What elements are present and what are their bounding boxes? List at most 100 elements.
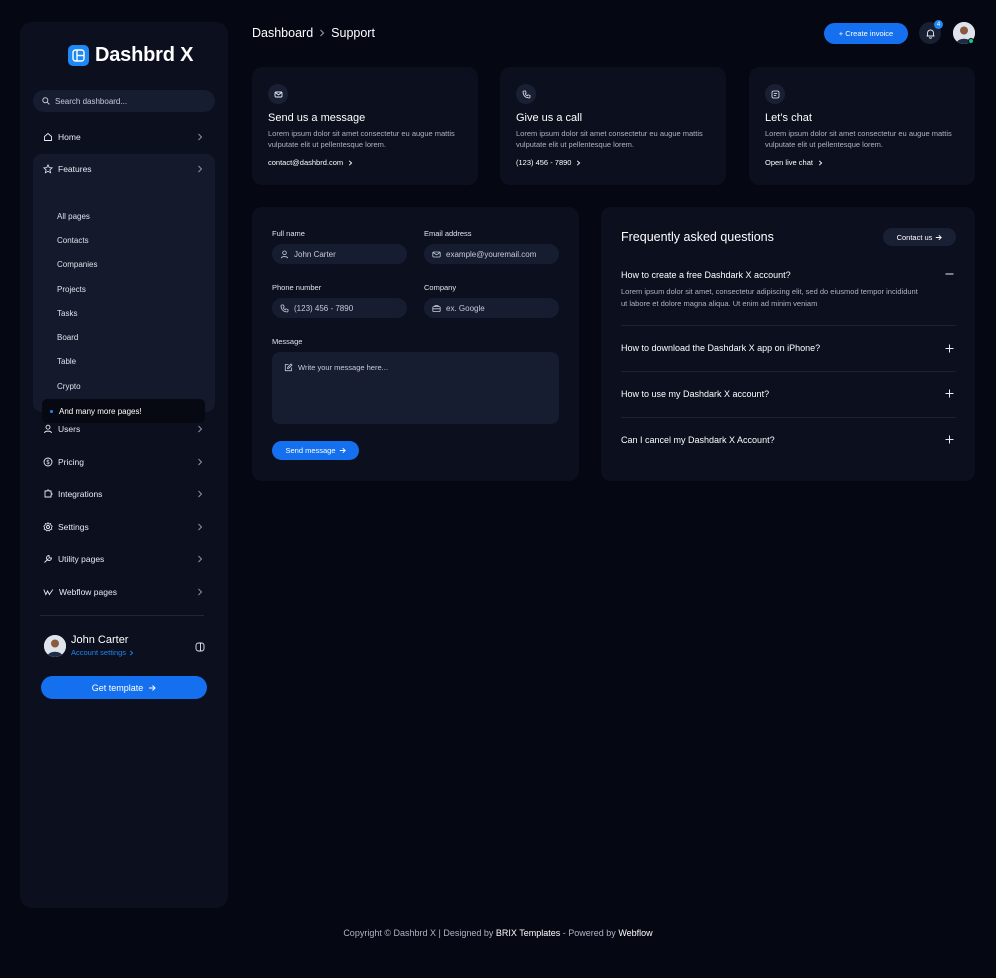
chevron-right-icon <box>129 649 134 656</box>
phone-field[interactable] <box>272 298 407 318</box>
email-input[interactable] <box>446 249 556 259</box>
sidebar-subitem-companies[interactable]: Companies <box>57 258 97 272</box>
arrow-right-icon <box>339 447 346 454</box>
sidebar-item-features[interactable]: Features <box>33 158 215 180</box>
full-name-input[interactable] <box>294 249 404 259</box>
footer-copyright: Copyright © Dashbrd X | Designed by <box>343 928 494 938</box>
email-field[interactable] <box>424 244 559 264</box>
theme-toggle-icon[interactable] <box>195 642 205 652</box>
sidebar-subitem-contacts[interactable]: Contacts <box>57 234 89 248</box>
send-message-button[interactable]: Send message <box>272 441 359 460</box>
card-link-label: Open live chat <box>765 158 813 167</box>
message-placeholder: Write your message here... <box>284 363 388 372</box>
sidebar-item-label: Pricing <box>58 457 84 467</box>
sidebar-item-utility-pages[interactable]: Utility pages <box>33 548 215 570</box>
app-logo[interactable]: Dashbrd X <box>68 44 193 67</box>
star-icon <box>43 164 53 174</box>
sidebar-user[interactable]: John Carter Account settings <box>44 634 134 657</box>
faq-question[interactable]: How to create a free Dashdark X account? <box>621 270 791 280</box>
sidebar-item-webflow-pages[interactable]: Webflow pages <box>33 581 215 603</box>
chevron-right-icon <box>197 165 203 173</box>
chevron-right-icon <box>197 555 203 563</box>
faq-divider <box>621 325 956 326</box>
faq-question[interactable]: How to use my Dashdark X account? <box>621 389 769 399</box>
sidebar-subitem-label: And many more pages! <box>59 406 142 416</box>
sidebar-item-integrations[interactable]: Integrations <box>33 483 215 505</box>
create-invoice-button[interactable]: + Create invoice <box>824 23 908 44</box>
sidebar-item-label: Integrations <box>58 489 103 499</box>
contact-us-label: Contact us <box>896 232 933 242</box>
sidebar-subitem-board[interactable]: Board <box>57 331 78 345</box>
email-link[interactable]: contact@dashbrd.com <box>268 158 353 167</box>
sidebar-item-settings[interactable]: Settings <box>33 516 215 538</box>
sidebar-subitem-projects[interactable]: Projects <box>57 283 86 297</box>
faq-divider <box>621 371 956 372</box>
sidebar: Dashbrd X Home Features All pages Contac… <box>20 22 228 908</box>
sidebar-subitem-crypto[interactable]: Crypto <box>57 380 81 394</box>
footer-powered: - Powered by <box>562 928 616 938</box>
mail-icon <box>268 84 288 104</box>
sidebar-subitem-all-pages[interactable]: All pages <box>57 210 90 224</box>
minus-icon[interactable] <box>945 273 954 275</box>
card-text: Lorem ipsum dolor sit amet consectetur e… <box>765 129 952 149</box>
get-template-button[interactable]: Get template <box>41 676 207 699</box>
plus-icon[interactable] <box>945 389 954 398</box>
card-text: Lorem ipsum dolor sit amet consectetur e… <box>516 129 703 149</box>
puzzle-icon <box>43 489 53 499</box>
message-label: Message <box>272 337 303 346</box>
email-label: Email address <box>424 229 472 238</box>
phone-link[interactable]: (123) 456 - 7890 <box>516 158 581 167</box>
footer-platform-link[interactable]: Webflow <box>618 928 652 938</box>
user-icon <box>280 250 289 259</box>
sidebar-item-pricing[interactable]: $ Pricing <box>33 451 215 473</box>
sidebar-item-home[interactable]: Home <box>33 126 215 148</box>
phone-icon <box>280 304 289 313</box>
phone-icon <box>516 84 536 104</box>
search-icon <box>42 97 50 105</box>
message-textarea[interactable]: Write your message here... <box>272 352 559 424</box>
briefcase-icon <box>432 304 441 313</box>
card-link-label: contact@dashbrd.com <box>268 158 344 167</box>
chevron-right-icon <box>576 159 581 166</box>
plus-icon[interactable] <box>945 344 954 353</box>
sidebar-subitem-table[interactable]: Table <box>57 355 76 369</box>
card-title: Give us a call <box>516 112 583 124</box>
company-input[interactable] <box>446 303 556 313</box>
breadcrumb: Dashboard Support <box>252 26 375 40</box>
sidebar-item-users[interactable]: Users <box>33 418 215 440</box>
edit-icon <box>284 363 293 372</box>
chevron-right-icon <box>818 159 823 166</box>
sidebar-subitem-tasks[interactable]: Tasks <box>57 307 77 321</box>
sidebar-item-label: Settings <box>58 522 89 532</box>
card-text: Lorem ipsum dolor sit amet consectetur e… <box>268 129 455 149</box>
contact-form: Full name Email address Phone number Com… <box>252 207 579 481</box>
chevron-right-icon <box>197 425 203 433</box>
faq-question[interactable]: How to download the Dashdark X app on iP… <box>621 343 820 353</box>
svg-text:$: $ <box>46 459 50 466</box>
breadcrumb-dashboard[interactable]: Dashboard <box>252 26 313 40</box>
footer-brand-link[interactable]: BRIX Templates <box>496 928 560 938</box>
chevron-right-icon <box>197 588 203 596</box>
search-input[interactable] <box>55 96 205 106</box>
phone-input[interactable] <box>294 303 404 313</box>
card-title: Let’s chat <box>765 112 812 124</box>
full-name-field[interactable] <box>272 244 407 264</box>
live-chat-link[interactable]: Open live chat <box>765 158 823 167</box>
notification-badge: 4 <box>934 20 943 29</box>
message-placeholder-text: Write your message here... <box>298 363 388 372</box>
avatar <box>44 634 66 657</box>
sidebar-item-label: Users <box>58 424 81 434</box>
get-template-label: Get template <box>91 682 144 693</box>
faq-divider <box>621 417 956 418</box>
arrow-right-icon <box>935 234 943 241</box>
online-status-dot <box>968 38 974 44</box>
account-settings-link[interactable]: Account settings <box>71 648 134 657</box>
plus-icon[interactable] <box>945 435 954 444</box>
contact-us-button[interactable]: Contact us <box>883 228 956 246</box>
faq-question[interactable]: Can I cancel my Dashdark X Account? <box>621 435 775 445</box>
search-box[interactable] <box>33 90 215 112</box>
company-field[interactable] <box>424 298 559 318</box>
sidebar-divider <box>40 615 204 616</box>
chevron-right-icon <box>197 490 203 498</box>
chevron-right-icon <box>197 133 203 141</box>
